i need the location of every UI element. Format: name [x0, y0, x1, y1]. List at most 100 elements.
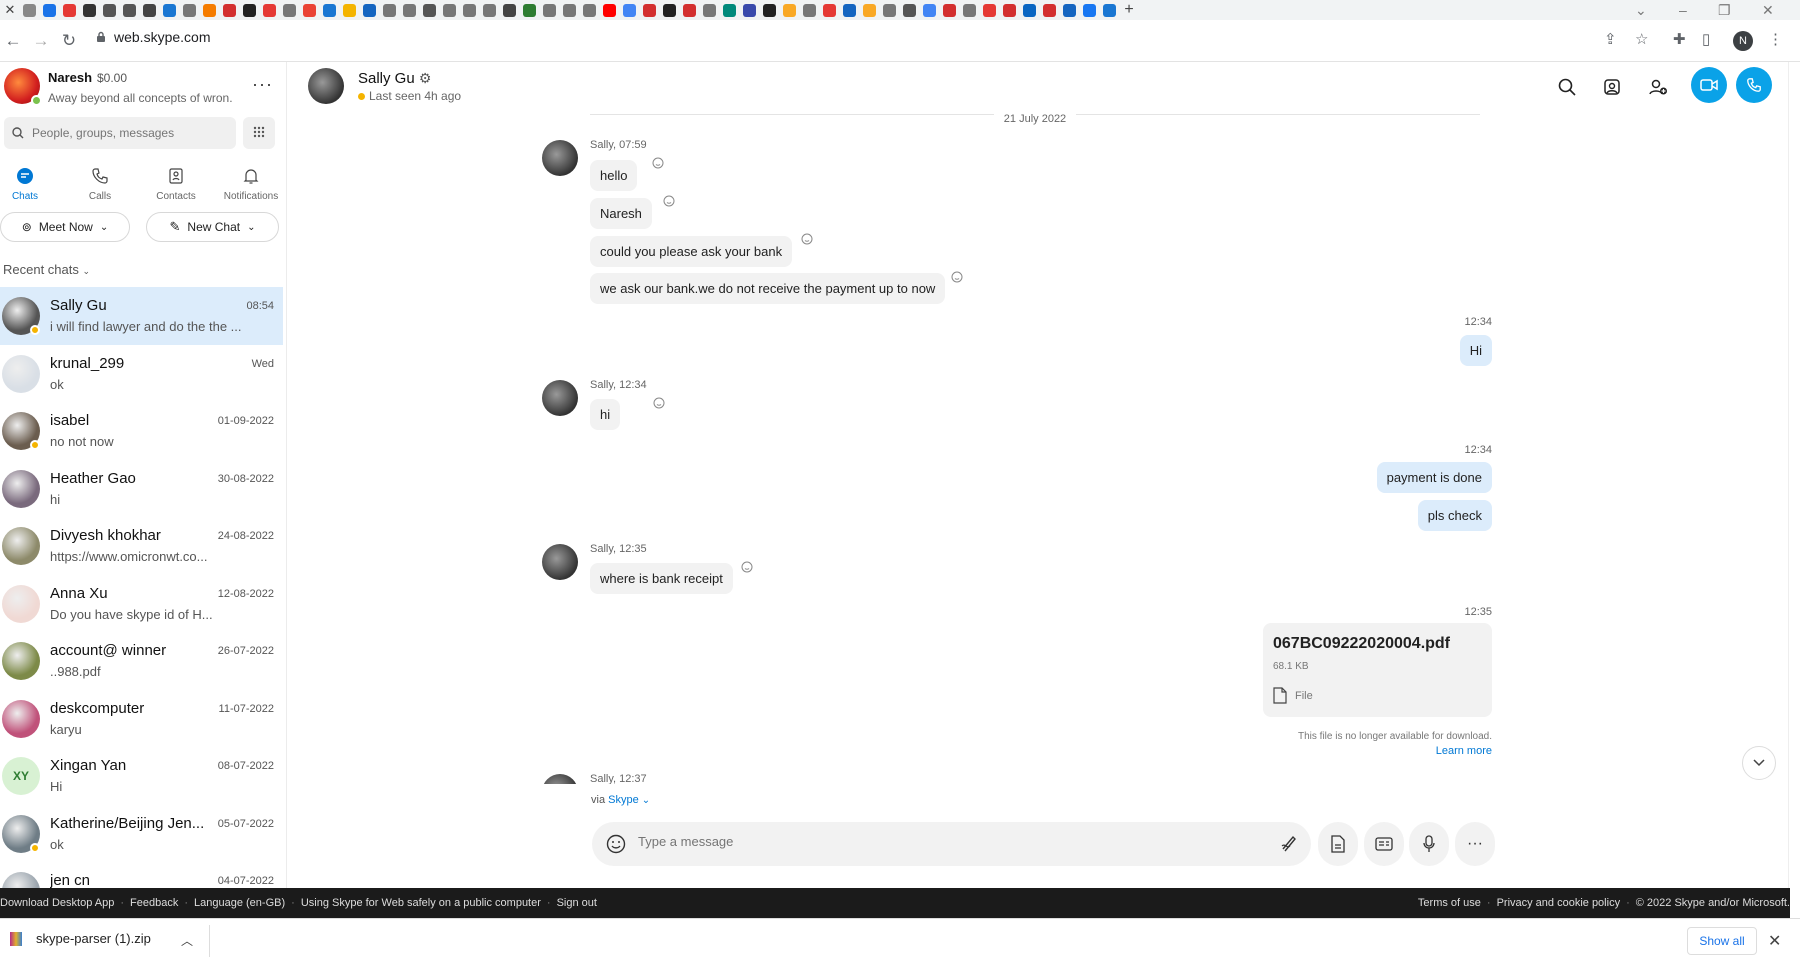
browser-tab-favicon[interactable] [363, 3, 376, 17]
via-skype-link[interactable]: Skype [608, 794, 639, 806]
tab-notifications[interactable]: Notifications [221, 165, 281, 202]
browser-tab-favicon[interactable] [603, 3, 616, 17]
tab-calls[interactable]: Calls [70, 165, 130, 202]
browser-tab-favicon[interactable] [783, 3, 796, 17]
chat-list-item[interactable]: account@ winner 26-07-2022 ..988.pdf [0, 632, 283, 690]
chat-list-item[interactable]: deskcomputer 11-07-2022 karyu [0, 690, 283, 748]
emoji-icon[interactable] [606, 834, 626, 859]
browser-tab-favicon[interactable] [663, 3, 676, 17]
page-scrollbar[interactable] [1788, 62, 1800, 888]
browser-tab-favicon[interactable] [803, 3, 816, 17]
browser-tab-favicon[interactable] [1023, 3, 1036, 17]
browser-tab-favicon[interactable] [1063, 3, 1076, 17]
browser-tab-favicon[interactable] [563, 3, 576, 17]
browser-tab-favicon[interactable] [963, 3, 976, 17]
own-message-bubble[interactable]: payment is done [1376, 462, 1492, 493]
message-bubble[interactable]: we ask our bank.we do not receive the pa… [590, 273, 946, 304]
browser-tab-favicon[interactable] [143, 3, 156, 17]
footer-link[interactable]: Using Skype for Web safely on a public c… [301, 897, 541, 909]
emoji-reaction-icon[interactable] [801, 232, 813, 245]
avatar[interactable] [2, 354, 40, 393]
bookmark-star-icon[interactable]: ☆ [1635, 30, 1648, 48]
chat-list-item[interactable]: Sally Gu 08:54 i will find lawyer and do t… [0, 287, 283, 345]
browser-tab-favicon[interactable] [23, 3, 36, 17]
chat-list-item[interactable]: jen cn 04-07-2022 [0, 862, 283, 888]
browser-tab-favicon[interactable] [943, 3, 956, 17]
chat-list-item[interactable]: Divyesh khokhar 24-08-2022 https://www.omi… [0, 517, 283, 575]
share-icon[interactable]: ⇪ [1604, 30, 1617, 48]
emoji-reaction-icon[interactable] [663, 194, 675, 207]
browser-tab-favicon[interactable] [503, 3, 516, 17]
chat-list-item[interactable]: Anna Xu 12-08-2022 Do you have skype id of… [0, 575, 283, 633]
conversation-title[interactable]: Sally Gu ⚙ [358, 70, 431, 87]
close-icon[interactable]: ✕ [1768, 931, 1781, 951]
more-composer-options-button[interactable]: ··· [1455, 822, 1495, 866]
emoji-reaction-icon[interactable] [653, 396, 665, 409]
new-chat-button[interactable]: ✎ New Chat ⌄ [146, 212, 279, 242]
browser-tab-favicon[interactable] [863, 3, 876, 17]
browser-tab-favicon[interactable] [43, 3, 56, 17]
search-input[interactable] [32, 126, 222, 140]
browser-tab-favicon[interactable] [443, 3, 456, 17]
avatar[interactable] [2, 527, 40, 565]
search-box[interactable] [4, 117, 236, 149]
browser-tab-favicon[interactable] [763, 3, 776, 17]
browser-tab-favicon[interactable] [523, 3, 536, 17]
side-panel-icon[interactable]: ▯ [1702, 30, 1710, 48]
chevron-up-icon[interactable]: ︿ [181, 932, 193, 949]
chat-list-item[interactable]: isabel 01-09-2022 no not now [0, 402, 283, 460]
footer-link[interactable]: Feedback [130, 897, 178, 909]
meet-now-button[interactable]: ⊚ Meet Now ⌄ [0, 212, 130, 242]
recent-chats-header[interactable]: Recent chats ⌄ [3, 262, 90, 277]
profile-header[interactable]: Naresh $0.00 Away beyond all concepts of… [0, 62, 286, 118]
browser-tab-favicon[interactable] [463, 3, 476, 17]
avatar[interactable] [542, 544, 578, 580]
search-in-chat-button[interactable] [1554, 74, 1580, 100]
learn-more-link[interactable]: Learn more [1263, 745, 1492, 757]
browser-tab-favicon[interactable] [263, 3, 276, 17]
restore-icon[interactable]: ❐ [1718, 0, 1731, 20]
browser-tab-favicon[interactable] [243, 3, 256, 17]
minimize-icon[interactable]: – [1679, 0, 1687, 20]
avatar[interactable] [2, 584, 40, 623]
avatar[interactable] [542, 140, 578, 176]
file-attachment-card[interactable]: 067BC09222020004.pdf 68.1 KB File [1263, 623, 1492, 717]
browser-tab-favicon[interactable] [303, 3, 316, 17]
avatar[interactable] [542, 380, 578, 416]
browser-tab-favicon[interactable] [203, 3, 216, 17]
back-icon[interactable]: ← [0, 28, 26, 54]
browser-tab-favicon[interactable] [1083, 3, 1096, 17]
tab-chats[interactable]: Chats [0, 165, 55, 202]
browser-tab-favicon[interactable] [703, 3, 716, 17]
footer-link[interactable]: Terms of use [1418, 897, 1481, 909]
browser-tab-favicon[interactable] [583, 3, 596, 17]
new-tab-icon[interactable]: + [1123, 1, 1135, 19]
browser-tab-favicon[interactable] [643, 3, 656, 17]
browser-tab-favicon[interactable] [383, 3, 396, 17]
more-options-button[interactable]: ··· [252, 74, 273, 95]
send-contact-button[interactable] [1364, 822, 1404, 866]
browser-tab-favicon[interactable] [343, 3, 356, 17]
browser-menu-icon[interactable]: ⋮ [1768, 30, 1783, 48]
scroll-to-bottom-button[interactable] [1742, 746, 1776, 780]
own-message-bubble[interactable]: Hi [1459, 335, 1492, 366]
message-bubble[interactable]: hello [590, 160, 638, 191]
profile-avatar-icon[interactable]: N [1733, 31, 1753, 51]
browser-tab-favicon[interactable] [923, 3, 936, 17]
browser-tab-favicon[interactable] [983, 3, 996, 17]
emoji-reaction-icon[interactable] [741, 560, 753, 573]
avatar[interactable] [308, 68, 344, 104]
skype-credit[interactable]: $0.00 [97, 71, 127, 85]
browser-tab-favicon[interactable] [683, 3, 696, 17]
chat-list-item[interactable]: Heather Gao 30-08-2022 hi [0, 460, 283, 518]
browser-tab-favicon[interactable] [423, 3, 436, 17]
address-field[interactable]: web.skype.com [96, 29, 210, 45]
window-close-icon[interactable]: ✕ [1762, 0, 1774, 20]
browser-tab-favicon[interactable] [183, 3, 196, 17]
forward-icon[interactable]: → [28, 28, 54, 54]
browser-tab-favicon[interactable] [1103, 3, 1116, 17]
chat-list-item[interactable]: Katherine/Beijing Jen... 05-07-2022 ok [0, 805, 283, 863]
footer-link[interactable]: Privacy and cookie policy [1497, 897, 1621, 909]
browser-tab-favicon[interactable] [103, 3, 116, 17]
add-people-button[interactable] [1645, 74, 1671, 100]
